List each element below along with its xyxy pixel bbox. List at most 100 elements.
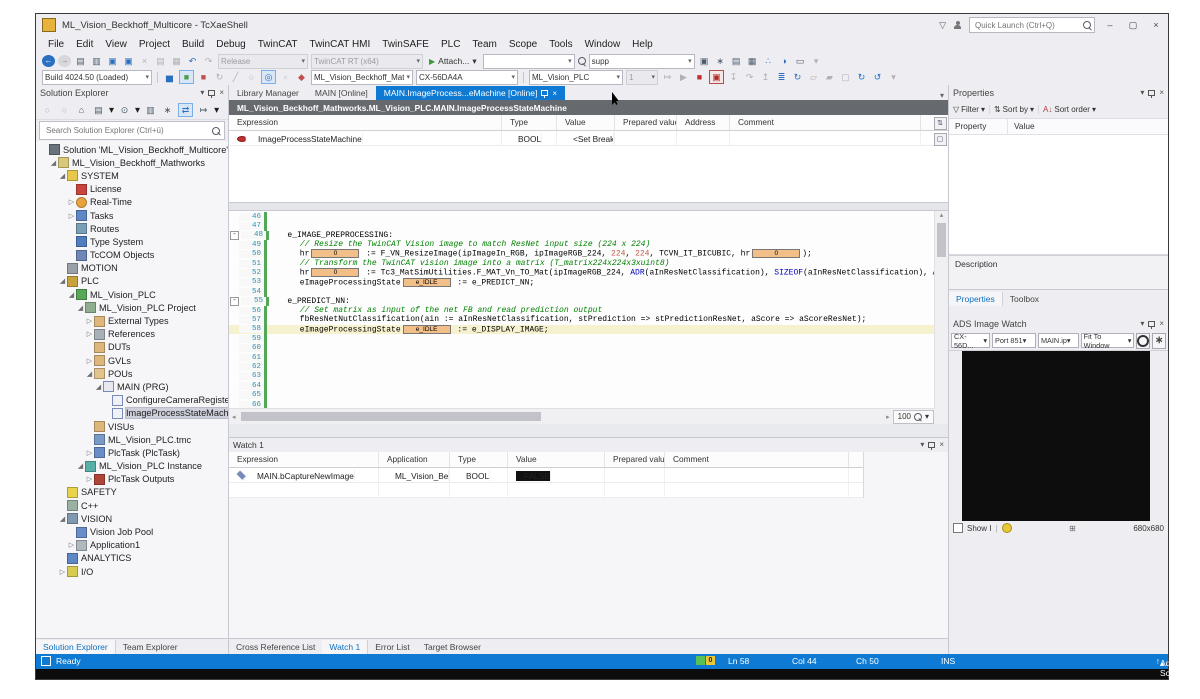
- tree-item-solution-ml-vision-beckhoff-multicore-1-project[interactable]: Solution 'ML_Vision_Beckhoff_Multicore' …: [36, 143, 228, 156]
- error-list-icon[interactable]: ▅: [163, 71, 176, 83]
- menu-twincat-hmi[interactable]: TwinCAT HMI: [304, 37, 377, 52]
- close-icon[interactable]: ×: [552, 89, 557, 98]
- se-sync-icon[interactable]: ⇄: [178, 103, 193, 117]
- menu-team[interactable]: Team: [466, 37, 502, 52]
- code-line-63[interactable]: 63: [229, 372, 948, 381]
- collapsed-arrow-icon[interactable]: ▷: [85, 475, 94, 483]
- sort-by-button[interactable]: ⇅ Sort by ▾: [994, 105, 1039, 114]
- ads-combo-cx-56d[interactable]: CX-56D...▾: [951, 333, 990, 348]
- save-all-icon[interactable]: ▣: [122, 55, 135, 67]
- window-position-icon[interactable]: ▾: [920, 441, 924, 449]
- collapsed-arrow-icon[interactable]: ▷: [58, 568, 67, 576]
- editor-zoom-control[interactable]: 100 ▾: [893, 410, 934, 424]
- scroll-right-icon[interactable]: ▸: [883, 413, 893, 421]
- collapsed-arrow-icon[interactable]: ▷: [85, 357, 94, 365]
- ads-combo-port-851[interactable]: Port 851▾: [992, 333, 1036, 348]
- menu-build[interactable]: Build: [176, 37, 210, 52]
- se-scope-icon[interactable]: ▤: [92, 104, 105, 116]
- quick-launch-input[interactable]: [973, 20, 1083, 31]
- watch-row[interactable]: MAIN.bCaptureNewImageML_Vision_Beckhoff.…: [229, 468, 863, 483]
- build-icon[interactable]: ▱: [807, 71, 820, 83]
- pixel-info-icon[interactable]: ⊞: [1069, 524, 1076, 533]
- quick-actions-icon[interactable]: ∗: [714, 55, 727, 67]
- server-explorer-icon[interactable]: ▦: [746, 55, 759, 67]
- close-icon[interactable]: ×: [939, 441, 944, 449]
- scroll-up-icon[interactable]: ▴: [940, 211, 944, 221]
- build-all-icon[interactable]: ▰: [823, 71, 836, 83]
- properties-window-icon[interactable]: ▤: [730, 55, 743, 67]
- tree-item-system[interactable]: ◢SYSTEM: [36, 169, 228, 182]
- code-line-59[interactable]: 59: [229, 334, 948, 343]
- redo-icon[interactable]: ↷: [202, 55, 215, 67]
- free-run-icon[interactable]: ○: [245, 71, 258, 83]
- code-line-53[interactable]: 53 eImageProcessingStatee_IDLE := e_PRED…: [229, 278, 948, 287]
- tree-item-main-prg[interactable]: ◢MAIN (PRG): [36, 380, 228, 393]
- expanded-arrow-icon[interactable]: ◢: [49, 159, 58, 167]
- step-into-icon[interactable]: ↧: [727, 71, 740, 83]
- code-editor[interactable]: 4647-48 e_IMAGE_PREPROCESSING:49 // Resi…: [229, 211, 948, 424]
- toolbar-overflow-icon[interactable]: ▾: [887, 71, 900, 83]
- background-tasks-icon[interactable]: [41, 656, 51, 666]
- step-over-icon[interactable]: ↷: [743, 71, 756, 83]
- code-line-58[interactable]: 58 eImageProcessingStatee_IDLE := e_DISP…: [229, 325, 948, 334]
- code-line-62[interactable]: 62: [229, 362, 948, 371]
- nav-back-icon[interactable]: ←: [42, 55, 55, 67]
- build-version-combo[interactable]: Build 4024.50 (Loaded)▾: [42, 70, 152, 85]
- edit-mode-icon[interactable]: ╱: [229, 71, 242, 83]
- code-line-57[interactable]: 57 fbResNetNutClassification(ain := aInR…: [229, 315, 948, 324]
- menu-tools[interactable]: Tools: [543, 37, 578, 52]
- collapsed-arrow-icon[interactable]: ▷: [67, 212, 76, 220]
- view-toggle-icon[interactable]: ▢: [934, 133, 947, 146]
- save-icon[interactable]: ▣: [106, 55, 119, 67]
- doc-tab-main-imageprocess-emachine-online[interactable]: MAIN.ImageProcess...eMachine [Online]×: [376, 86, 565, 100]
- paste-icon[interactable]: ▦: [170, 55, 183, 67]
- attach-button[interactable]: ▶Attach...▾: [426, 56, 480, 67]
- collapsed-arrow-icon[interactable]: ▷: [85, 317, 94, 325]
- tree-item-visus[interactable]: VISUs: [36, 420, 228, 433]
- code-line-56[interactable]: 56 // Set matrix as input of the net FB …: [229, 306, 948, 315]
- tree-item-tccom-objects[interactable]: TcCOM Objects: [36, 249, 228, 262]
- tree-item-vision-job-pool[interactable]: Vision Job Pool: [36, 525, 228, 538]
- toggle-flag-icon[interactable]: ◆: [295, 71, 308, 83]
- menu-twinsafe[interactable]: TwinSAFE: [376, 37, 435, 52]
- menu-scope[interactable]: Scope: [503, 37, 543, 52]
- cycle-continuous-icon[interactable]: ↺: [871, 71, 884, 83]
- open-file-icon[interactable]: ▥: [90, 55, 103, 67]
- tab-properties[interactable]: Properties: [949, 292, 1003, 306]
- vertical-scrollbar[interactable]: ▴: [934, 211, 948, 409]
- tree-item-c[interactable]: C++: [36, 499, 228, 512]
- search-combo[interactable]: supp▾: [589, 54, 695, 69]
- tree-item-configurecameraregisters[interactable]: ConfigureCameraRegisters: [36, 394, 228, 407]
- code-line-50[interactable]: 50 hr0 := F_VN_ResizeImage(ipImageIn_RGB…: [229, 250, 948, 259]
- scroll-left-icon[interactable]: ◂: [229, 413, 239, 421]
- link-icon[interactable]: ▫: [279, 71, 292, 83]
- scroll-thumb[interactable]: [241, 412, 541, 421]
- se-copy-icon[interactable]: ▥: [144, 104, 157, 116]
- watch-splitter[interactable]: [229, 424, 948, 438]
- refresh-icon[interactable]: ↻: [213, 71, 226, 83]
- tree-item-ml-vision-plc[interactable]: ◢ML_Vision_PLC: [36, 288, 228, 301]
- se-home-icon[interactable]: ⌂: [75, 104, 88, 116]
- code-line-54[interactable]: 54: [229, 287, 948, 296]
- expanded-arrow-icon[interactable]: ◢: [94, 383, 103, 391]
- profile-combo[interactable]: ▾: [483, 54, 575, 69]
- tree-item-plc[interactable]: ◢PLC: [36, 275, 228, 288]
- tree-item-duts[interactable]: DUTs: [36, 341, 228, 354]
- class-view-icon[interactable]: ◑: [778, 55, 791, 67]
- login-icon[interactable]: ↦: [661, 71, 674, 83]
- doc-tab-main-online[interactable]: MAIN [Online]: [307, 86, 376, 100]
- fold-toggle-icon[interactable]: -: [230, 231, 239, 240]
- tree-item-imageprocessstatemachine[interactable]: ImageProcessStateMachine: [36, 407, 228, 420]
- se-collapse-icon[interactable]: ↦: [197, 104, 210, 116]
- record-button[interactable]: [1136, 333, 1150, 349]
- cycle-once-icon[interactable]: ↻: [855, 71, 868, 83]
- ads-combo-main-ip[interactable]: MAIN.ip▾: [1038, 333, 1079, 348]
- settings-gear-button[interactable]: ∗: [1152, 333, 1166, 349]
- toolbar-overflow-icon[interactable]: ▾: [810, 55, 823, 67]
- inline-value-box[interactable]: 0: [311, 249, 359, 258]
- tree-item-ml-vision-plc-project[interactable]: ◢ML_Vision_PLC Project: [36, 301, 228, 314]
- undo-icon[interactable]: ↶: [186, 55, 199, 67]
- expanded-arrow-icon[interactable]: ◢: [76, 462, 85, 470]
- tree-item-routes[interactable]: Routes: [36, 222, 228, 235]
- tree-item-ml-vision-plc-instance[interactable]: ◢ML_Vision_PLC Instance: [36, 460, 228, 473]
